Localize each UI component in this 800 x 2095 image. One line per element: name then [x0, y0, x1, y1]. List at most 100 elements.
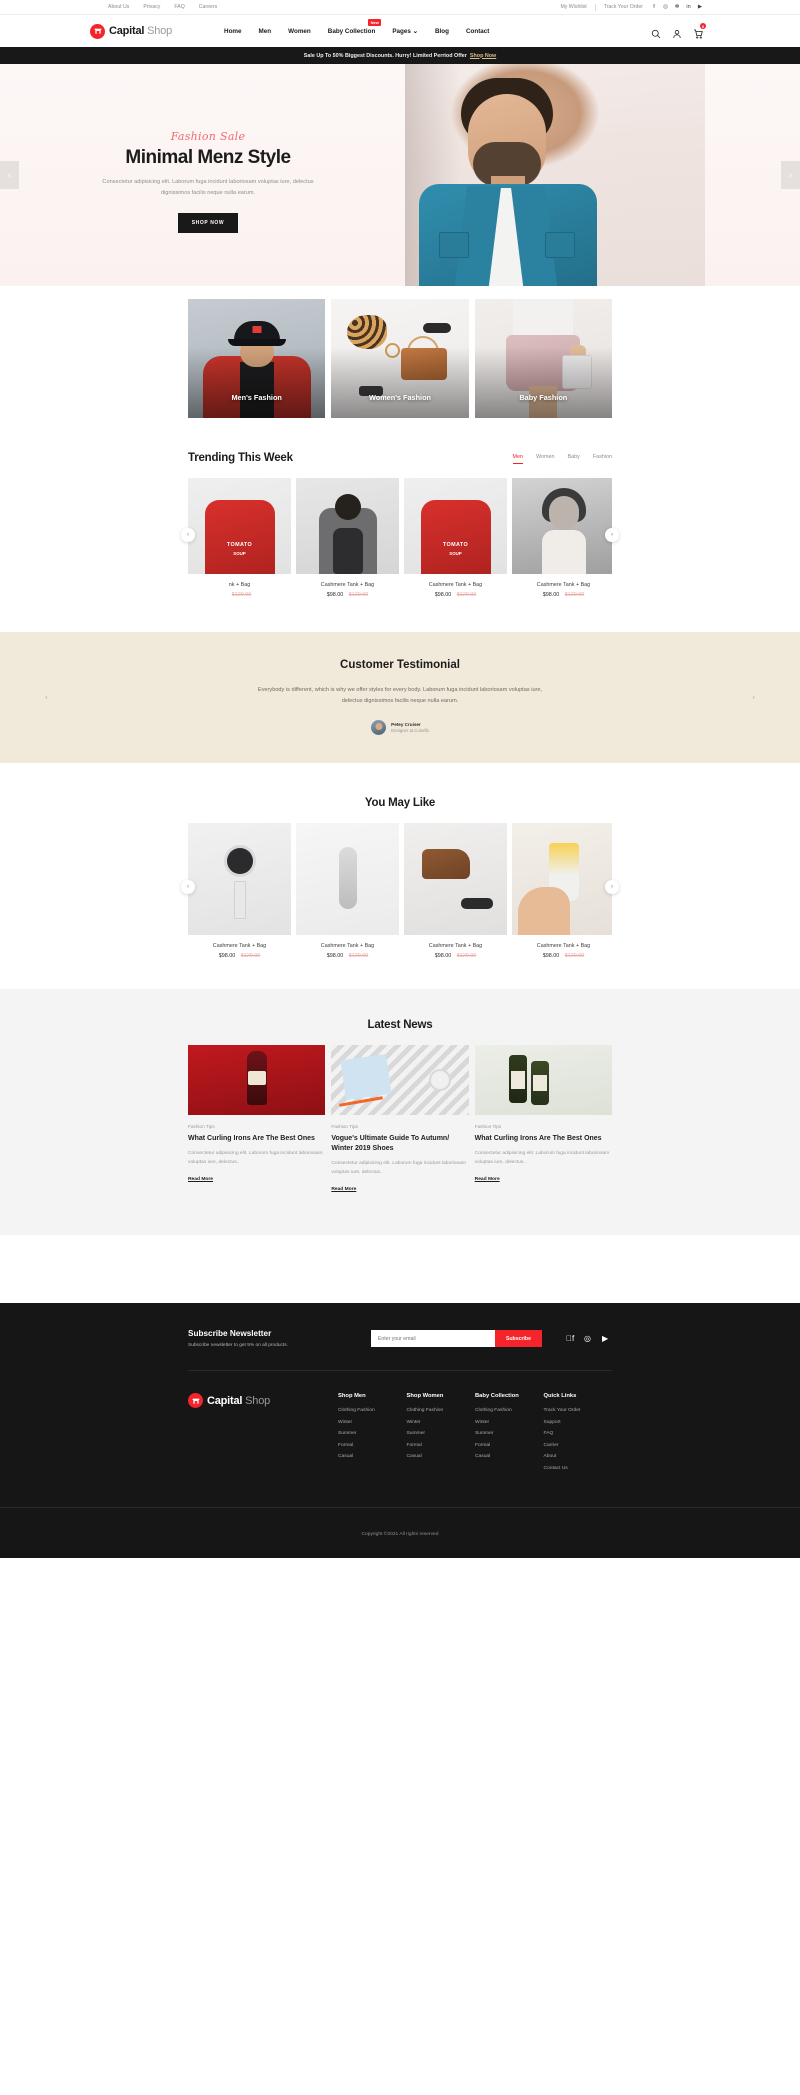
footer-column-title: Quick Links	[543, 1393, 577, 1400]
product-card[interactable]: Cashmere Tank + Bag $98.00 $120.00	[296, 822, 399, 959]
testimonial-prev-arrow[interactable]: ‹	[45, 693, 48, 702]
footer-link[interactable]: Winter	[407, 1420, 476, 1425]
cart-icon[interactable]: 0	[693, 23, 706, 39]
brand-logo[interactable]: Capital Shop	[90, 23, 172, 39]
news-title: What Curling Irons Are The Best Ones	[474, 1134, 602, 1142]
toplink-privacy[interactable]: Privacy	[143, 4, 160, 10]
category-card-mens-fashion[interactable]: Men's Fashion	[188, 299, 326, 418]
instagram-icon[interactable]: ◎	[663, 4, 669, 10]
account-icon[interactable]	[672, 26, 682, 39]
testimonial-next-arrow[interactable]: ›	[752, 693, 755, 702]
nav-item-men[interactable]: Men	[259, 28, 272, 35]
footer-link[interactable]: FAQ	[544, 1431, 613, 1436]
footer-link[interactable]: Formal	[338, 1443, 407, 1448]
product-card[interactable]: Cashmere Tank + Bag $98.00 $120.00	[188, 822, 291, 959]
footer-link[interactable]: Formal	[475, 1443, 544, 1448]
you-may-like-next-arrow[interactable]: ›	[605, 880, 619, 895]
nav-item-home[interactable]: Home	[224, 28, 242, 35]
newsletter-email-input[interactable]	[370, 1330, 495, 1348]
product-card[interactable]: TOMATO SOUP nk + Bag $120.00	[188, 478, 291, 598]
toplink-my-wishlist[interactable]: My Wishlist	[560, 4, 586, 10]
product-card[interactable]: Cashmere Tank + Bag $98.00 $120.00	[512, 478, 612, 598]
footer-link[interactable]: Summer	[338, 1431, 407, 1436]
instagram-icon[interactable]: ◎	[584, 1334, 594, 1344]
hero-shop-now-button[interactable]: SHOP NOW	[177, 212, 239, 233]
news-read-more-link[interactable]: Read More	[188, 1177, 213, 1182]
product-card[interactable]: Cashmere Tank + Bag $98.00 $120.00	[512, 822, 612, 959]
search-icon[interactable]	[651, 26, 661, 39]
price-current: $98.00	[434, 592, 452, 598]
footer-brand-secondary: Shop	[245, 1394, 271, 1407]
footer-link[interactable]: Clothing Fashion	[475, 1408, 544, 1413]
hero-next-arrow[interactable]: ›	[781, 161, 800, 189]
footer-link[interactable]: Contact Us	[544, 1466, 613, 1471]
footer-brand[interactable]: Capital Shop	[188, 1393, 338, 1477]
toplink-faq[interactable]: FAQ	[174, 4, 184, 10]
nav-item-pages[interactable]: Pages ⌄	[392, 28, 418, 35]
category-label: Women's Fashion	[368, 393, 431, 402]
footer-link[interactable]: Summer	[475, 1431, 544, 1436]
news-read-more-link[interactable]: Read More	[475, 1177, 500, 1182]
footer-link[interactable]: Clothing Fashion	[407, 1408, 476, 1413]
footer-link[interactable]: Winter	[338, 1420, 407, 1425]
category-card-baby-fashion[interactable]: Baby Fashion	[474, 299, 612, 418]
youtube-icon[interactable]: ▶	[697, 4, 703, 10]
footer-brand-primary: Capital	[207, 1394, 243, 1407]
product-card[interactable]: Cashmere Tank + Bag $98.00 $120.00	[296, 478, 399, 598]
footer-link[interactable]: Casual	[475, 1454, 544, 1459]
facebook-icon[interactable]: f	[651, 4, 657, 10]
linkedin-icon[interactable]: in	[686, 4, 692, 10]
latest-news-title: Latest News	[367, 1018, 433, 1031]
promo-shop-now-link[interactable]: Shop Now	[470, 53, 496, 59]
footer-link[interactable]: Formal	[407, 1443, 476, 1448]
price-old: $120.00	[456, 592, 477, 598]
footer-link[interactable]: Winter	[475, 1420, 544, 1425]
toplink-track-your-order[interactable]: Track Your Order	[604, 4, 643, 10]
tab-men[interactable]: Men	[512, 454, 523, 464]
nav-item-baby-collection[interactable]: Baby Collection New	[327, 18, 382, 35]
trending-next-arrow[interactable]: ›	[605, 528, 619, 543]
footer-link[interactable]: Summer	[407, 1431, 476, 1436]
price-old: $120.00	[240, 952, 261, 959]
product-price: $120.00	[188, 592, 291, 598]
tab-fashion[interactable]: Fashion	[593, 454, 612, 464]
facebook-icon[interactable]: f	[566, 1334, 576, 1344]
tab-baby[interactable]: Baby	[568, 454, 580, 464]
footer-link[interactable]: Track Your Order	[544, 1408, 613, 1413]
hero-prev-arrow[interactable]: ‹	[0, 161, 19, 189]
category-card-womens-fashion[interactable]: Women's Fashion	[331, 299, 469, 418]
product-name: Cashmere Tank + Bag	[320, 582, 375, 588]
news-card[interactable]: Fashion Tips Vogue's Ultimate Guide To A…	[331, 1044, 469, 1195]
nav-item-blog[interactable]: Blog	[435, 28, 449, 35]
footer-link[interactable]: Support	[544, 1420, 613, 1425]
subscribe-button[interactable]: Subscribe	[494, 1330, 542, 1348]
product-card[interactable]: TOMATO SOUP Cashmere Tank + Bag $98.00 $1…	[404, 478, 507, 598]
news-category: Fashion Tips	[474, 1123, 502, 1129]
footer-link[interactable]: Casual	[338, 1454, 407, 1459]
news-card[interactable]: Fashion Tips What Curling Irons Are The …	[188, 1044, 326, 1185]
testimonial-title: Customer Testimonial	[340, 659, 460, 671]
hero-text-block: Fashion Sale Minimal Menz Style Consecte…	[99, 130, 317, 233]
footer-link[interactable]: Casual	[407, 1454, 476, 1459]
footer-link[interactable]: About	[544, 1454, 613, 1459]
tab-women[interactable]: Women	[536, 454, 554, 464]
footer-column-title: Baby Collection	[475, 1393, 519, 1400]
you-may-like-prev-arrow[interactable]: ‹	[181, 880, 195, 895]
news-image	[474, 1044, 612, 1115]
nav-item-contact[interactable]: Contact	[466, 28, 489, 35]
nav-item-women[interactable]: Women	[288, 28, 311, 35]
news-read-more-link[interactable]: Read More	[331, 1187, 356, 1192]
footer-link[interactable]: Carrier	[544, 1443, 613, 1448]
chevron-down-icon: ⌄	[412, 27, 418, 35]
toplink-about-us[interactable]: About Us	[108, 4, 129, 10]
price-current: $98.00	[542, 592, 560, 598]
toplink-careers[interactable]: Careers	[199, 4, 217, 10]
category-label: Men's Fashion	[231, 393, 282, 402]
footer-link[interactable]: Clothing Fashion	[338, 1408, 407, 1413]
nav-item-baby-label: Baby Collection	[327, 27, 376, 35]
news-card[interactable]: Fashion Tips What Curling Irons Are The …	[474, 1044, 612, 1185]
product-price: $98.00 $120.00	[512, 592, 612, 598]
youtube-icon[interactable]: ▶	[602, 1334, 612, 1344]
product-card[interactable]: Cashmere Tank + Bag $98.00 $120.00	[404, 822, 507, 959]
twitter-icon[interactable]: ✻	[674, 4, 680, 10]
